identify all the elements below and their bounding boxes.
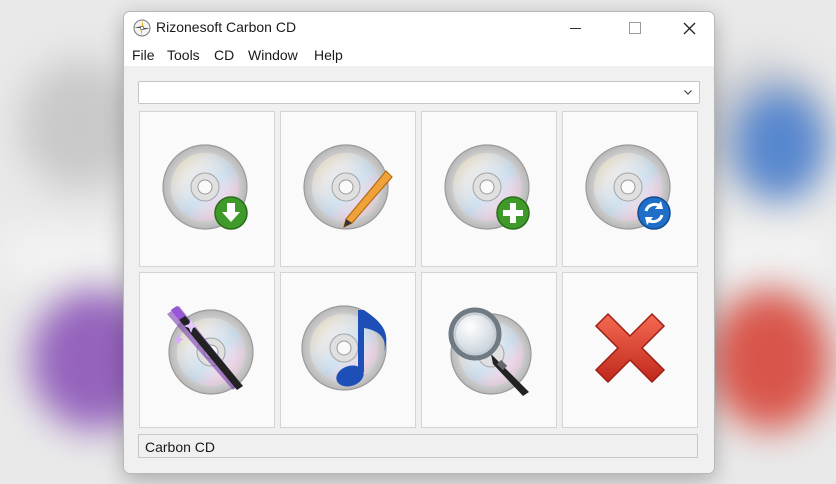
- close-button[interactable]: [666, 12, 712, 44]
- main-panel: Carbon CD: [124, 66, 714, 473]
- maximize-button[interactable]: [612, 12, 658, 44]
- burn-cd-button[interactable]: [280, 111, 416, 267]
- add-to-cd-button[interactable]: [421, 111, 557, 267]
- erase-cd-button[interactable]: [139, 272, 275, 428]
- status-bar: Carbon CD: [138, 434, 698, 458]
- cd-add-icon: [444, 144, 530, 230]
- menu-window[interactable]: Window: [248, 47, 298, 63]
- cd-edit-icon: [303, 144, 393, 230]
- cd-info-button[interactable]: [421, 272, 557, 428]
- cd-magic-wand-icon: [167, 306, 254, 395]
- menu-tools[interactable]: Tools: [167, 47, 200, 63]
- menu-bar: File Tools CD Window Help: [124, 44, 714, 66]
- refresh-cd-button[interactable]: [562, 111, 698, 267]
- chevron-down-icon: [684, 90, 692, 95]
- exit-button[interactable]: [562, 272, 698, 428]
- minimize-icon: [569, 27, 581, 29]
- cd-refresh-icon: [585, 144, 671, 230]
- app-logo-icon: [133, 19, 151, 37]
- maximize-icon: [629, 22, 641, 34]
- cd-magnifier-icon: [448, 307, 532, 396]
- window-title: Rizonesoft Carbon CD: [156, 19, 297, 35]
- close-icon: [683, 22, 695, 34]
- drive-selector[interactable]: [138, 81, 700, 104]
- rip-cd-button[interactable]: [139, 111, 275, 267]
- menu-help[interactable]: Help: [314, 47, 343, 63]
- menu-cd[interactable]: CD: [214, 47, 234, 63]
- title-bar[interactable]: Rizonesoft Carbon CD: [124, 12, 714, 44]
- cd-download-icon: [162, 144, 248, 230]
- red-x-icon: [594, 312, 666, 384]
- cd-music-note-icon: [301, 305, 387, 391]
- status-text: Carbon CD: [145, 439, 216, 455]
- audio-cd-button[interactable]: [280, 272, 416, 428]
- app-window: Rizonesoft Carbon CD File Tools CD Windo…: [123, 11, 715, 474]
- minimize-button[interactable]: [552, 12, 598, 44]
- menu-file[interactable]: File: [132, 47, 155, 63]
